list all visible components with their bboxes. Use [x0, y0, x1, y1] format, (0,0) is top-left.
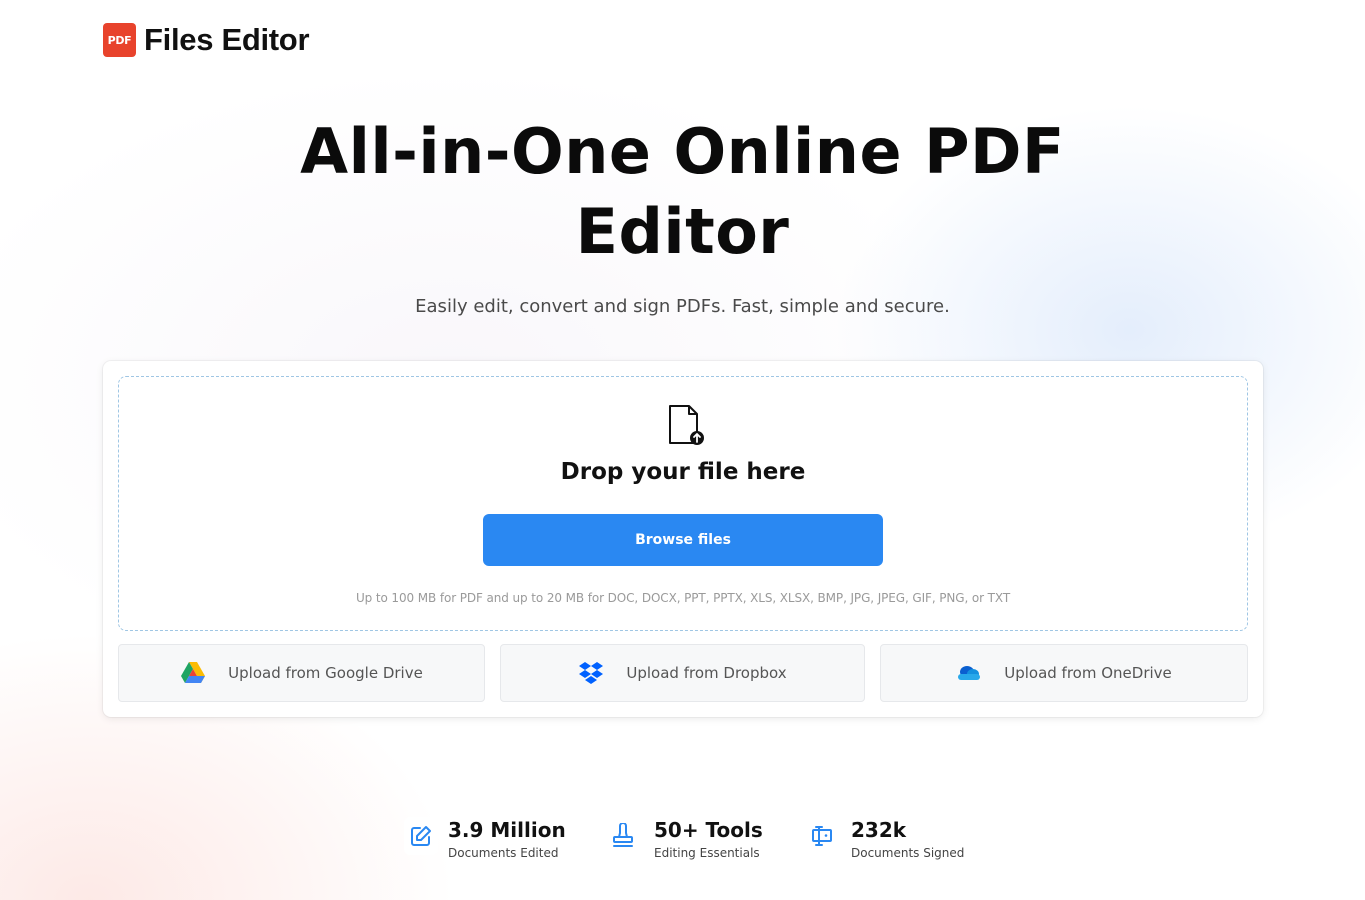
upload-onedrive-button[interactable]: Upload from OneDrive: [880, 644, 1248, 702]
logo-badge[interactable]: PDF: [103, 23, 136, 57]
browse-files-button[interactable]: Browse files: [483, 514, 883, 566]
stats-bar: 3.9 Million Documents Edited 50+ Tools E…: [0, 816, 1365, 866]
site-header: PDF Files Editor: [103, 22, 310, 58]
upload-onedrive-label: Upload from OneDrive: [1004, 664, 1172, 682]
upload-dropbox-button[interactable]: Upload from Dropbox: [500, 644, 865, 702]
stat-label: Documents Signed: [851, 846, 965, 860]
sign-icon: [805, 817, 839, 855]
hero-title-line2: Editor: [575, 195, 790, 268]
cloud-upload-options: Upload from Google Drive Upload from Dro…: [118, 644, 1248, 702]
stat-documents-signed: 232k Documents Signed: [805, 816, 975, 866]
stat-value: 3.9 Million: [448, 818, 566, 842]
upload-limits-text: Up to 100 MB for PDF and up to 20 MB for…: [355, 591, 1011, 605]
upload-dropbox-label: Upload from Dropbox: [626, 664, 787, 682]
upload-google-drive-label: Upload from Google Drive: [228, 664, 423, 682]
hero-title: All-in-One Online PDF Editor: [0, 112, 1365, 272]
edit-icon: [404, 817, 438, 855]
google-drive-icon: [180, 660, 206, 686]
stat-value: 50+ Tools: [654, 818, 763, 842]
dropbox-icon: [578, 660, 604, 686]
stat-value: 232k: [851, 818, 907, 842]
brand-name[interactable]: Files Editor: [144, 22, 310, 58]
upload-card: Drop your file here Browse files Up to 1…: [103, 361, 1263, 717]
hero-title-line1: All-in-One Online PDF: [300, 115, 1065, 188]
stat-label: Editing Essentials: [654, 846, 760, 860]
file-dropzone[interactable]: Drop your file here Browse files Up to 1…: [118, 376, 1248, 631]
drop-title: Drop your file here: [560, 459, 806, 485]
stat-documents-edited: 3.9 Million Documents Edited: [404, 816, 574, 866]
file-upload-icon: [669, 405, 704, 445]
upload-google-drive-button[interactable]: Upload from Google Drive: [118, 644, 485, 702]
stat-label: Documents Edited: [448, 846, 559, 860]
onedrive-icon: [956, 660, 982, 686]
stamp-icon: [606, 817, 640, 855]
stat-editing-tools: 50+ Tools Editing Essentials: [606, 816, 776, 866]
hero-subtitle: Easily edit, convert and sign PDFs. Fast…: [415, 296, 950, 317]
